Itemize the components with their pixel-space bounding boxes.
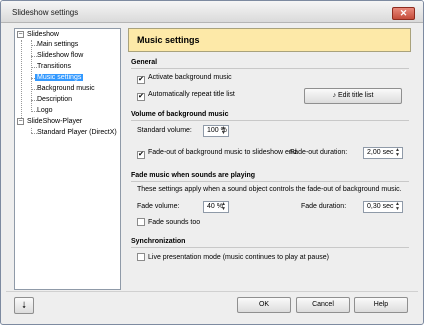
tree-item-label: Description xyxy=(37,96,73,103)
standard-volume-label: Standard volume: xyxy=(137,127,192,134)
tree-item-music-settings[interactable]: Music settings xyxy=(35,73,84,83)
cancel-button[interactable]: Cancel xyxy=(296,297,350,313)
fadeout-duration-spinner[interactable]: 2,00 sec ▲ ▼ xyxy=(363,147,403,159)
spin-arrows-icon[interactable]: ▲ ▼ xyxy=(395,202,400,212)
activate-music-checkbox[interactable]: ✔ Activate background music xyxy=(137,74,232,84)
spin-down-icon[interactable]: ▼ xyxy=(395,206,400,212)
section-sync-title: Synchronization xyxy=(131,238,186,245)
help-label: Help xyxy=(373,301,389,308)
close-button[interactable]: ✕ xyxy=(392,7,415,20)
tree-item-label: Background music xyxy=(37,85,95,92)
spin-arrows-icon[interactable]: ▲ ▼ xyxy=(221,202,226,212)
tree-item-background-music[interactable]: Background music xyxy=(37,84,95,94)
fade-volume-label: Fade volume: xyxy=(137,203,180,210)
tree-item-main-settings[interactable]: Main settings xyxy=(37,40,78,50)
spin-arrows-icon[interactable]: ▲ ▼ xyxy=(221,126,226,136)
help-button[interactable]: Help xyxy=(354,297,408,313)
fade-sounds-checkbox[interactable]: Fade sounds too xyxy=(137,218,200,226)
settings-panel: Music settings General ✔ Activate backgro… xyxy=(128,28,412,290)
check-icon[interactable]: ✔ xyxy=(137,76,145,84)
tree-item-slideshow[interactable]: − Slideshow xyxy=(17,30,59,40)
section-divider xyxy=(131,120,409,121)
spin-down-icon[interactable]: ▼ xyxy=(395,152,400,158)
tree-item-slideshow-player[interactable]: − SlideShow-Player xyxy=(17,117,82,127)
tree-item-description[interactable]: Description xyxy=(37,95,72,105)
panel-header: Music settings xyxy=(128,28,411,52)
section-general-title: General xyxy=(131,59,158,66)
repeat-list-checkbox[interactable]: ✔ Automatically repeat title list xyxy=(137,91,235,101)
section-volume-title: Volume of background music xyxy=(131,111,229,118)
collapse-icon[interactable]: − xyxy=(17,118,24,125)
check-icon[interactable]: ✔ xyxy=(137,151,145,159)
edit-title-list-label: Edit title list xyxy=(338,92,374,99)
cancel-label: Cancel xyxy=(312,301,334,308)
fade-sounds-label: Fade sounds too xyxy=(148,219,201,226)
tree-item-label: Main settings xyxy=(37,41,79,48)
tree-item-slideshow-flow[interactable]: Slideshow flow xyxy=(37,51,83,61)
repeat-list-label: Automatically repeat title list xyxy=(148,91,235,98)
fadeout-duration-value: 2,00 sec xyxy=(367,149,394,156)
section-fade-title: Fade music when sounds are playing xyxy=(131,172,256,179)
live-mode-checkbox[interactable]: Live presentation mode (music continues … xyxy=(137,253,329,261)
edit-title-list-button[interactable]: ♪ Edit title list xyxy=(304,88,402,104)
tree-item-logo[interactable]: Logo xyxy=(37,106,53,116)
spin-arrows-icon[interactable]: ▲ ▼ xyxy=(395,148,400,158)
tree-connector xyxy=(21,40,22,124)
section-divider xyxy=(131,68,409,69)
title-bar: Slideshow settings ✕ xyxy=(1,1,423,23)
check-icon[interactable]: ✔ xyxy=(137,93,145,101)
tree-item-transitions[interactable]: Transitions xyxy=(37,62,71,72)
fadeout-label: Fade-out of background music to slidesho… xyxy=(148,149,297,156)
fade-duration-spinner[interactable]: 0,30 sec ▲ ▼ xyxy=(363,201,403,213)
checkbox-box[interactable] xyxy=(137,253,145,261)
activate-music-label: Activate background music xyxy=(148,74,232,81)
fade-duration-label: Fade duration: xyxy=(301,203,347,210)
spin-down-icon[interactable]: ▼ xyxy=(221,130,226,136)
fade-duration-value: 0,30 sec xyxy=(367,203,394,210)
window-title: Slideshow settings xyxy=(12,8,79,17)
fadeout-duration-label: Fade-out duration: xyxy=(290,149,348,156)
tree-item-label: Slideshow xyxy=(27,31,59,38)
tree-item-label: Slideshow flow xyxy=(37,52,84,59)
close-icon: ✕ xyxy=(399,8,408,18)
collapse-icon[interactable]: − xyxy=(17,31,24,38)
tree-connector xyxy=(31,40,32,112)
tree-item-label: Logo xyxy=(37,107,53,114)
live-mode-label: Live presentation mode (music continues … xyxy=(148,254,329,261)
arrow-down-icon: ⭣ xyxy=(21,300,27,310)
panel-title: Music settings xyxy=(137,35,200,45)
footer-divider xyxy=(6,291,418,292)
tree-item-label: Standard Player (DirectX) xyxy=(37,129,117,136)
tree-item-standard-player[interactable]: Standard Player (DirectX) xyxy=(37,128,117,138)
section-divider xyxy=(131,181,409,182)
tree-item-label: SlideShow-Player xyxy=(27,118,83,125)
spin-down-icon[interactable]: ▼ xyxy=(221,206,226,212)
scroll-down-button[interactable]: ⭣ xyxy=(14,297,34,314)
tree-item-label: Transitions xyxy=(37,63,71,70)
ok-button[interactable]: OK xyxy=(237,297,291,313)
fade-description: These settings apply when a sound object… xyxy=(137,186,402,193)
settings-window: Slideshow settings ✕ − Slideshow Main set… xyxy=(0,0,424,325)
fadeout-checkbox[interactable]: ✔ Fade-out of background music to slidesh… xyxy=(137,149,297,159)
fade-volume-spinner[interactable]: 40 % ▲ ▼ xyxy=(203,201,229,213)
music-note-icon: ♪ xyxy=(332,92,337,99)
checkbox-box[interactable] xyxy=(137,218,145,226)
section-divider xyxy=(131,247,409,248)
ok-label: OK xyxy=(258,301,270,308)
standard-volume-spinner[interactable]: 100 % ▲ ▼ xyxy=(203,125,229,137)
tree-item-label: Music settings xyxy=(35,74,84,81)
settings-tree[interactable]: − Slideshow Main settings Slideshow flow … xyxy=(14,28,121,290)
